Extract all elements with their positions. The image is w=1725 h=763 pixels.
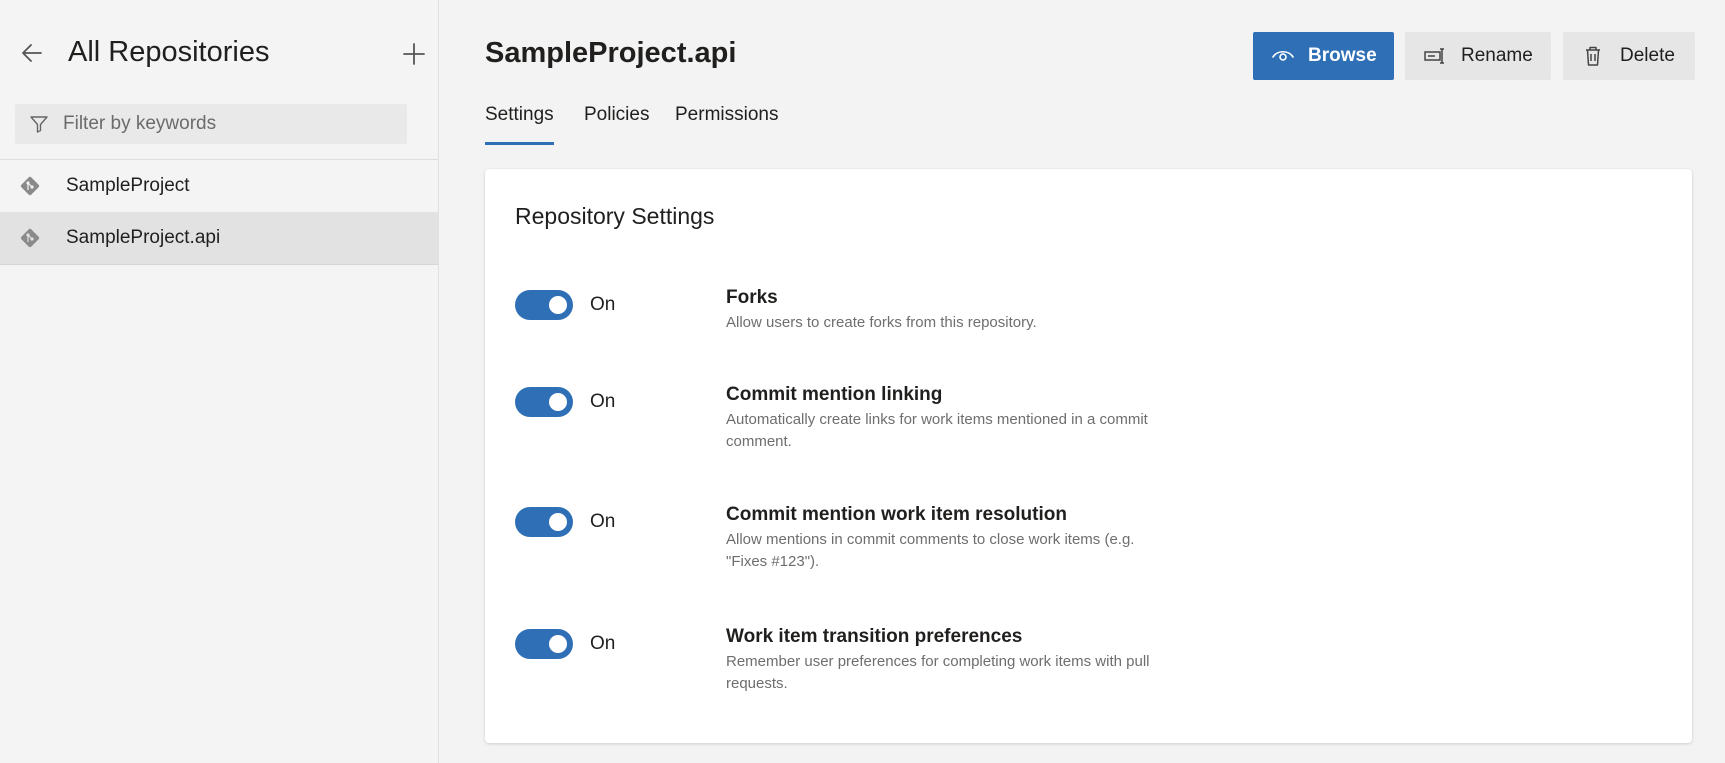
sidebar-header: All Repositories <box>0 0 438 100</box>
setting-title: Work item transition preferences <box>726 626 1023 647</box>
tab-bar: Settings Policies Permissions <box>485 102 785 146</box>
toggle-knob <box>549 513 567 531</box>
setting-description: Remember user preferences for completing… <box>726 653 1150 692</box>
card-title: Repository Settings <box>515 203 715 229</box>
sidebar-title: All Repositories <box>68 36 270 68</box>
setting-commit-mention-work-item-resolution: On Commit mention work item resolution A… <box>485 504 1692 597</box>
toggle-state-label: On <box>590 294 616 315</box>
setting-description: Allow mentions in commit comments to clo… <box>726 531 1135 570</box>
repo-item-sampleproject[interactable]: SampleProject <box>0 160 438 212</box>
filter-box <box>15 104 407 144</box>
setting-description: Automatically create links for work item… <box>726 411 1148 450</box>
repo-item-label: SampleProject <box>66 175 190 196</box>
commit-mention-linking-toggle[interactable] <box>515 387 573 417</box>
commit-mention-resolution-toggle[interactable] <box>515 507 573 537</box>
forks-toggle[interactable] <box>515 290 573 320</box>
delete-button-label: Delete <box>1620 45 1675 66</box>
setting-title: Commit mention linking <box>726 384 943 405</box>
toggle-knob <box>549 296 567 314</box>
work-item-transition-toggle[interactable] <box>515 629 573 659</box>
filter-icon <box>29 114 49 134</box>
setting-forks: On Forks Allow users to create forks fro… <box>485 287 1692 380</box>
trash-icon <box>1581 44 1605 68</box>
arrow-left-icon[interactable] <box>17 38 47 68</box>
filter-input[interactable] <box>63 104 393 144</box>
git-repo-icon <box>19 175 41 197</box>
repository-list: SampleProject SampleProject.api <box>0 160 438 265</box>
rename-button-label: Rename <box>1461 45 1533 66</box>
rename-button[interactable]: Rename <box>1405 32 1551 80</box>
toggle-knob <box>549 635 567 653</box>
setting-title: Forks <box>726 287 778 308</box>
git-repo-icon <box>19 227 41 249</box>
setting-work-item-transition-preferences: On Work item transition preferences Reme… <box>485 626 1692 719</box>
repository-settings-card: Repository Settings On Forks Allow users… <box>485 169 1692 743</box>
delete-button[interactable]: Delete <box>1563 32 1695 80</box>
eye-icon <box>1271 44 1295 68</box>
plus-icon[interactable] <box>400 40 428 68</box>
toggle-knob <box>549 393 567 411</box>
header-actions: Browse Rename Delete <box>1253 32 1695 80</box>
repo-item-sampleproject-api[interactable]: SampleProject.api <box>0 212 438 265</box>
toggle-state-label: On <box>590 391 616 412</box>
tab-settings[interactable]: Settings <box>485 102 554 145</box>
setting-commit-mention-linking: On Commit mention linking Automatically … <box>485 384 1692 477</box>
browse-button-label: Browse <box>1308 45 1377 66</box>
setting-description: Allow users to create forks from this re… <box>726 314 1037 331</box>
tab-policies[interactable]: Policies <box>584 102 649 128</box>
toggle-state-label: On <box>590 633 616 654</box>
toggle-state-label: On <box>590 511 616 532</box>
main-content: SampleProject.api Browse Rename Delete S… <box>439 0 1725 763</box>
setting-title: Commit mention work item resolution <box>726 504 1067 525</box>
tab-permissions[interactable]: Permissions <box>675 102 778 128</box>
repo-item-label: SampleProject.api <box>66 227 221 248</box>
page-title: SampleProject.api <box>485 37 737 69</box>
rename-icon <box>1423 44 1447 68</box>
repositories-sidebar: All Repositories SampleP <box>0 0 439 763</box>
browse-button[interactable]: Browse <box>1253 32 1394 80</box>
